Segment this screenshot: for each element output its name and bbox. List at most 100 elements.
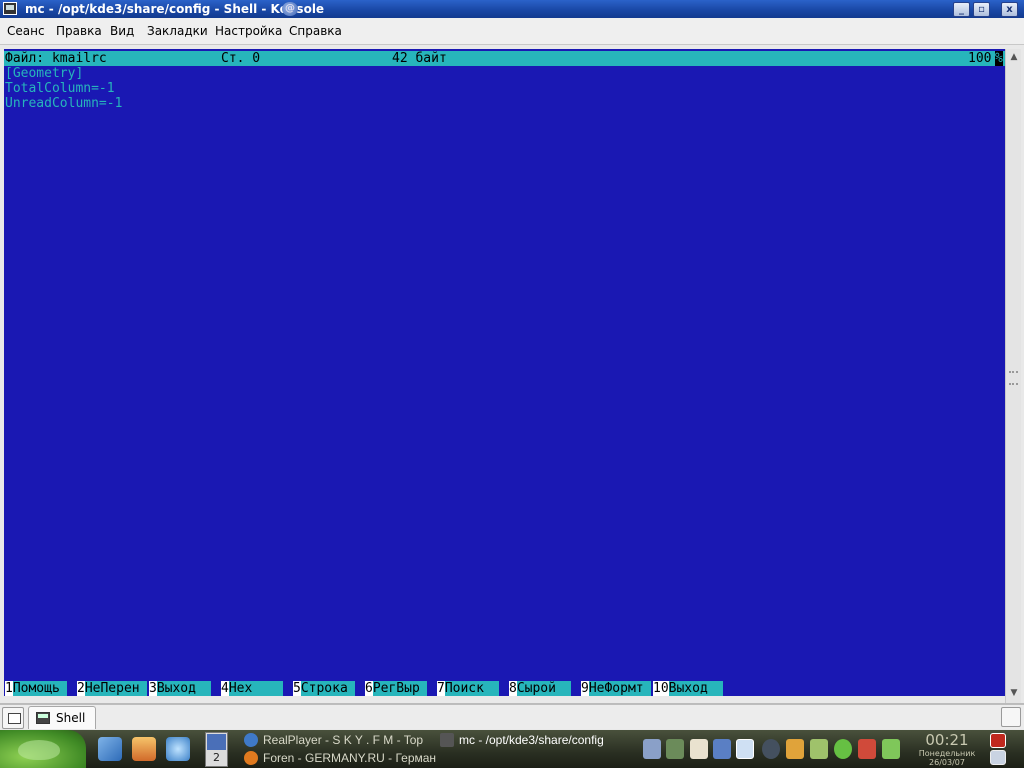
konsole-icon [440,733,454,747]
scroll-down-icon[interactable]: ▼ [1008,687,1020,699]
menu-edit[interactable]: Правка [56,24,102,38]
taskbar: 2 RealPlayer - S K Y . F M - Top mc - /o… [0,730,1024,768]
close-button[interactable]: x [1001,2,1018,17]
bluetooth-icon[interactable] [762,739,780,759]
fkey-1[interactable]: 1Помощь [5,681,67,696]
fkey-number: 6 [365,681,373,696]
fkey-number: 3 [149,681,157,696]
desktop-icon[interactable] [98,737,122,761]
fkey-label: Выход [668,681,723,696]
file-line-3: UnreadColumn=-1 [5,96,123,111]
file-line-2: TotalColumn=-1 [5,81,115,96]
suse-menu-icon[interactable] [0,730,86,768]
desktop-pager[interactable]: 2 [205,732,228,767]
sim-icon[interactable] [786,739,804,759]
fkey-label: Hex [228,681,283,696]
updater-icon[interactable] [858,739,876,759]
clock-date: 26/03/07 [929,758,965,767]
fkey-label: Строка [300,681,355,696]
fkey-label: Выход [156,681,211,696]
gecko-icon[interactable] [882,739,900,759]
fkey-label: НеПерен [84,681,147,696]
file-line-1: [Geometry] [5,66,84,81]
kde-control-icon[interactable] [166,737,190,761]
klipper-icon[interactable] [690,739,708,759]
battery-icon[interactable] [810,739,828,759]
menu-settings[interactable]: Настройка [215,24,282,38]
fkey-9[interactable]: 9НеФормт [581,681,651,696]
realplayer-icon [244,733,258,747]
close-session-icon[interactable] [1001,707,1021,727]
terminal-icon [36,712,50,724]
close-icon: x [1006,4,1013,15]
lock-icon[interactable] [990,750,1006,765]
new-session-icon[interactable] [2,707,24,729]
session-tab-bar: Shell [0,704,1024,729]
task-konsole[interactable]: mc - /opt/kde3/share/config [440,732,640,749]
clock-weekday: Понедельник [918,749,976,758]
task-label: mc - /opt/kde3/share/config [459,733,604,747]
fkey-label: РегВыр [372,681,427,696]
task-firefox[interactable]: Foren - GERMANY.RU - Герман [244,750,444,767]
status-percent-mark: % [995,51,1003,66]
clock-time: 00:21 [925,731,969,749]
menu-view[interactable]: Вид [110,24,134,38]
maximize-icon: ▫ [978,4,985,15]
menu-help[interactable]: Справка [289,24,342,38]
status-size: 42 байт [392,51,447,66]
leaf-icon[interactable] [834,739,852,759]
pager-desktop-number: 2 [213,751,220,764]
status-line: Ст. 0 [221,51,261,66]
network-icon[interactable] [713,739,731,759]
minimize-button[interactable]: _ [953,2,970,17]
scrollbar-grip[interactable] [1009,371,1018,385]
window-title: mc - /opt/kde3/share/config - Shell - Ko… [25,2,325,16]
fkey-label: Поиск [444,681,499,696]
fkey-number: 2 [77,681,85,696]
fkey-7[interactable]: 7Поиск [437,681,499,696]
fkey-6[interactable]: 6РегВыр [365,681,427,696]
fkey-number: 1 [5,681,13,696]
menu-bookmarks[interactable]: Закладки [147,24,208,38]
fkey-label: Сырой [516,681,571,696]
viewer-status-bar: Файл: kmailrc Ст. 0 42 байт 100 % [4,51,1005,66]
sticky-swirl-icon[interactable]: @ [282,2,298,16]
fkey-number: 8 [509,681,517,696]
menu-bar: Сеанс Правка Вид Закладки Настройка Спра… [0,18,1024,45]
function-key-bar: 1Помощь 2НеПерен 3Выход 4Hex 5Строка 6Ре… [4,681,1005,696]
fkey-10[interactable]: 10Выход [653,681,723,696]
window-titlebar[interactable]: mc - /opt/kde3/share/config - Shell - Ko… [0,0,1024,18]
fkey-4[interactable]: 4Hex [221,681,283,696]
task-realplayer[interactable]: RealPlayer - S K Y . F M - Top [244,732,426,749]
scroll-up-icon[interactable]: ▲ [1008,51,1020,63]
volume-icon[interactable] [643,739,661,759]
tab-shell[interactable]: Shell [28,706,96,729]
fkey-2[interactable]: 2НеПерен [77,681,147,696]
firefox-icon [244,751,258,765]
fkey-number: 7 [437,681,445,696]
status-percent: 100 [968,51,992,66]
vertical-scrollbar[interactable]: ▲ ▼ [1005,49,1021,703]
minimize-icon: _ [959,4,964,15]
logout-icon[interactable] [990,733,1006,748]
task-label: Foren - GERMANY.RU - Герман [263,751,437,765]
home-icon[interactable] [132,737,156,761]
fkey-label: Помощь [12,681,67,696]
konsole-app-icon[interactable] [3,2,17,15]
fkey-5[interactable]: 5Строка [293,681,355,696]
fkey-number: 5 [293,681,301,696]
fkey-8[interactable]: 8Сырой [509,681,571,696]
mixer-icon[interactable] [666,739,684,759]
menu-session[interactable]: Сеанс [7,24,45,38]
network-manager-icon[interactable] [736,739,754,759]
task-label: RealPlayer - S K Y . F M - Top [263,733,424,747]
clock[interactable]: 00:21 Понедельник 26/03/07 [914,730,980,768]
fkey-number: 4 [221,681,229,696]
maximize-button[interactable]: ▫ [973,2,990,17]
terminal-area[interactable]: Файл: kmailrc Ст. 0 42 байт 100 % [Geome… [4,49,1005,696]
tab-label: Shell [56,711,86,725]
status-file: Файл: kmailrc [5,51,107,66]
fkey-3[interactable]: 3Выход [149,681,211,696]
fkey-number: 10 [653,681,669,696]
fkey-number: 9 [581,681,589,696]
